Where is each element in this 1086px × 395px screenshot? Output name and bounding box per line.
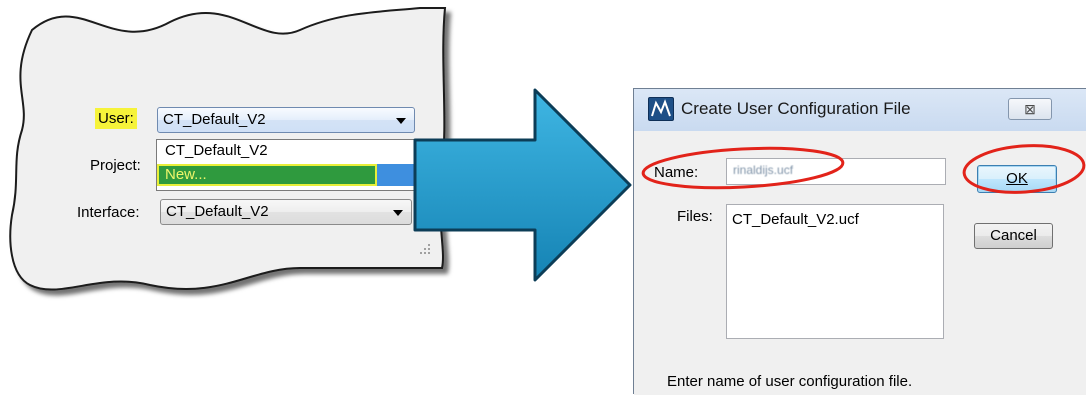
status-text: Enter name of user configuration file.	[667, 373, 913, 390]
arrow-right-icon	[413, 88, 632, 282]
microstation-icon	[648, 97, 674, 121]
user-dropdown-list: CT_Default_V2 New...	[156, 139, 415, 191]
user-combo-value: CT_Default_V2	[163, 111, 266, 128]
interface-combo-value: CT_Default_V2	[166, 203, 269, 220]
user-combo[interactable]: CT_Default_V2	[157, 107, 415, 133]
dialog-title: Create User Configuration File	[681, 99, 911, 118]
cancel-button[interactable]: Cancel	[974, 223, 1053, 249]
interface-label: Interface:	[77, 204, 140, 221]
create-user-config-dialog: Create User Configuration File ⊠ Name: r…	[633, 88, 1086, 395]
files-listbox[interactable]: CT_Default_V2.ucf	[726, 204, 944, 339]
close-icon: ⊠	[1024, 101, 1036, 117]
dialog-titlebar: Create User Configuration File ⊠	[634, 89, 1086, 131]
interface-combo[interactable]: CT_Default_V2	[160, 199, 412, 225]
user-label: User:	[95, 108, 137, 129]
dropdown-item-ct-default[interactable]: CT_Default_V2	[157, 140, 414, 162]
annotation-ellipses	[641, 144, 1086, 194]
project-label: Project:	[90, 157, 141, 174]
close-button[interactable]: ⊠	[1008, 98, 1052, 120]
dropdown-item-new[interactable]: New...	[157, 164, 414, 186]
